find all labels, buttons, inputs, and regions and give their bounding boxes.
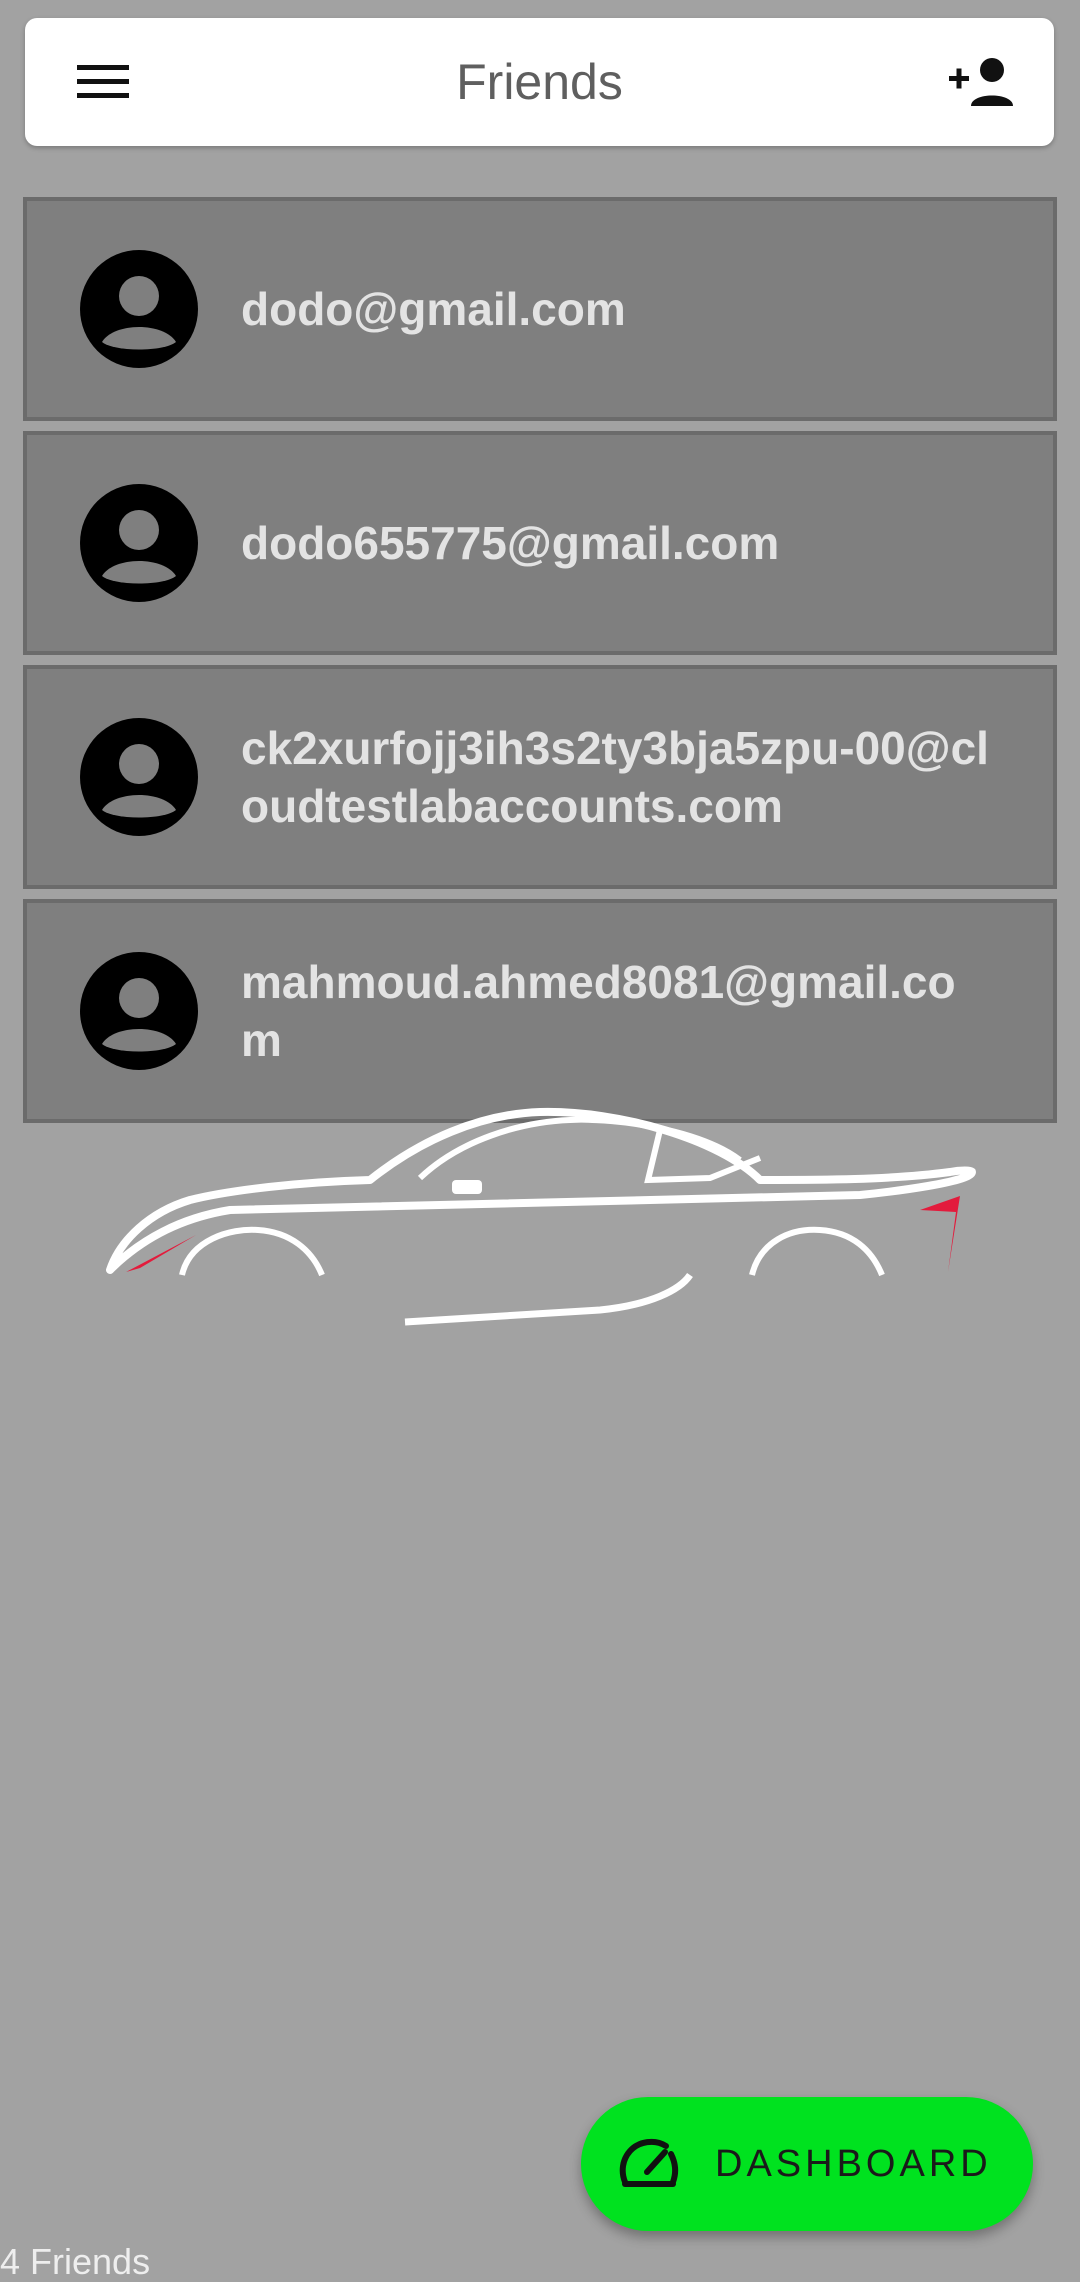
friend-email: dodo655775@gmail.com	[241, 517, 780, 569]
friend-email: ck2xurfojj3ih3s2ty3bja5zpu-00@cloudtestl…	[241, 722, 989, 832]
account-circle-icon	[80, 484, 198, 602]
friend-list-item[interactable]: ck2xurfojj3ih3s2ty3bja5zpu-00@cloudtestl…	[23, 665, 1057, 889]
dashboard-button-label: DASHBOARD	[715, 2142, 992, 2185]
friend-email: dodo@gmail.com	[241, 283, 626, 335]
account-circle-icon	[80, 250, 198, 368]
friend-list-item[interactable]: dodo@gmail.com	[23, 197, 1057, 421]
top-app-bar: Friends	[25, 18, 1054, 146]
account-circle-icon	[80, 718, 198, 836]
friend-list: dodo@gmail.com dodo655775@gmail.com ck2x…	[23, 197, 1057, 1133]
car-outline-illustration	[106, 1107, 976, 1326]
friend-count: 4 Friends	[0, 2241, 151, 2282]
friend-list-item[interactable]: dodo655775@gmail.com	[23, 431, 1057, 655]
friend-email: mahmoud.ahmed8081@gmail.com	[241, 956, 956, 1066]
speedometer-icon	[619, 2138, 679, 2187]
dashboard-button[interactable]: DASHBOARD	[581, 2097, 1033, 2231]
add-friend-button[interactable]	[946, 52, 1018, 112]
add-friend-icon	[949, 58, 1013, 106]
account-circle-icon	[80, 952, 198, 1070]
friend-list-item[interactable]: mahmoud.ahmed8081@gmail.com	[23, 899, 1057, 1123]
page-title: Friends	[456, 54, 623, 110]
